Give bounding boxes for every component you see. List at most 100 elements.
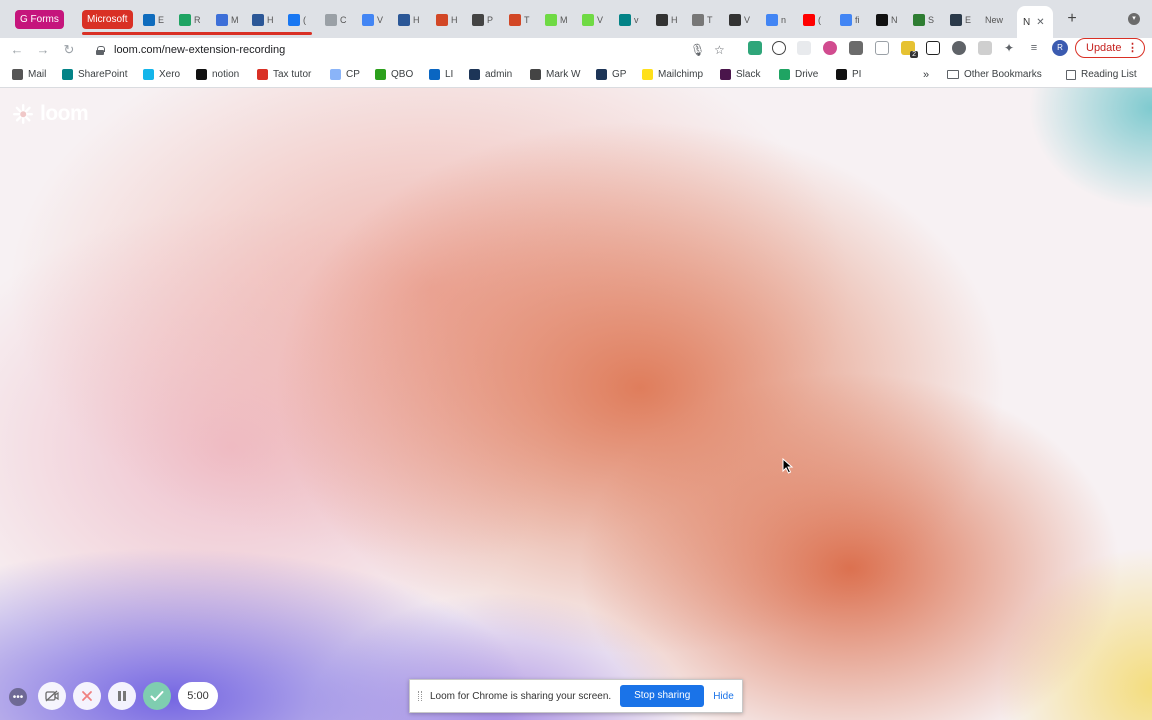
bookmark-item[interactable]: LI [429, 69, 453, 80]
facebook-extension-icon[interactable] [849, 41, 863, 55]
tab-search-button[interactable]: ▾ [1128, 13, 1140, 25]
mailchimp-icon [642, 69, 653, 80]
notion-extension-icon[interactable] [926, 41, 940, 55]
browser-tab[interactable]: New [985, 9, 1003, 31]
tab-label: H [413, 15, 420, 25]
bookmark-item[interactable]: SharePoint [62, 69, 127, 80]
forward-button[interactable]: → [34, 41, 52, 59]
address-bar[interactable]: loom.com/new-extension-recording [88, 39, 738, 61]
folder-icon [947, 70, 959, 79]
browser-tab[interactable]: C [325, 9, 347, 31]
finish-recording-button[interactable] [143, 682, 171, 710]
browser-tab[interactable]: fi [840, 9, 860, 31]
extension-icon-7[interactable]: 2 [901, 41, 918, 58]
bookmark-item[interactable]: PI [836, 69, 861, 80]
bookmark-item[interactable]: Xero [143, 69, 180, 80]
circle-p-icon [729, 14, 741, 26]
extension-icon-1[interactable] [748, 41, 762, 55]
camera-toggle-button[interactable] [38, 682, 66, 710]
tab-label: S [928, 15, 935, 25]
back-button[interactable]: ← [8, 41, 26, 59]
other-bookmarks[interactable]: Other Bookmarks [947, 69, 1042, 80]
notion-icon [876, 14, 888, 26]
browser-tab[interactable]: E [950, 9, 971, 31]
tab-label: V [377, 15, 384, 25]
browser-tab[interactable]: n [766, 9, 786, 31]
browser-tab[interactable]: V [362, 9, 383, 31]
cancel-recording-button[interactable] [73, 682, 101, 710]
drag-handle-icon[interactable] [418, 691, 422, 701]
stop-sharing-button[interactable]: Stop sharing [620, 685, 705, 707]
drive-icon [779, 69, 790, 80]
tab-label: H [451, 15, 458, 25]
quickbooks-icon [375, 69, 386, 80]
word-icon [252, 14, 264, 26]
bookmark-item[interactable]: GP [596, 69, 626, 80]
close-icon[interactable]: ✕ [1036, 17, 1044, 28]
browser-tab[interactable]: T [509, 9, 530, 31]
tab-label: N [891, 15, 898, 25]
tab-label: V [744, 15, 751, 25]
browser-tab[interactable]: T [692, 9, 713, 31]
bookmark-item[interactable]: admin [469, 69, 512, 80]
browser-tab[interactable]: ( [803, 9, 821, 31]
bookmarks-overflow-button[interactable]: » [923, 69, 929, 81]
extension-icon-10[interactable] [978, 41, 992, 55]
bookmark-item[interactable]: notion [196, 69, 239, 80]
browser-tab[interactable]: S [913, 9, 934, 31]
linkedin-icon [429, 69, 440, 80]
browser-tab[interactable]: H [252, 9, 274, 31]
bookmark-item[interactable]: Mail [12, 69, 46, 80]
browser-tab[interactable]: N [876, 9, 898, 31]
browser-tab[interactable]: V [582, 9, 603, 31]
bookmark-item[interactable]: Slack [720, 69, 760, 80]
browser-tab[interactable]: V [729, 9, 750, 31]
bookmark-star-icon[interactable]: ☆ [714, 42, 725, 58]
pause-recording-button[interactable] [108, 682, 136, 710]
active-tab-label: N [1023, 16, 1031, 28]
bookmark-item[interactable]: Mark W [530, 69, 580, 80]
microphone-icon[interactable]: 🎙 [690, 42, 705, 58]
bookmark-item[interactable]: CP [330, 69, 360, 80]
browser-tab[interactable]: M [216, 9, 239, 31]
browser-tab[interactable]: H [656, 9, 678, 31]
pen-icon [472, 14, 484, 26]
bookmark-item[interactable]: QBO [375, 69, 413, 80]
tab-group-gforms[interactable]: G Forms [15, 10, 64, 29]
bookmark-label: CP [346, 69, 360, 80]
more-options-button[interactable]: ••• [9, 688, 27, 706]
reading-list[interactable]: Reading List [1066, 69, 1137, 80]
extension-icon-4[interactable] [823, 41, 837, 55]
active-tab[interactable]: N ✕ [1017, 6, 1053, 38]
extension-icon-6[interactable] [875, 41, 889, 55]
browser-tab[interactable]: R [179, 9, 201, 31]
bookmark-item[interactable]: Mailchimp [642, 69, 703, 80]
hide-button[interactable]: Hide [713, 691, 734, 702]
reading-mode-icon[interactable]: ≡ [1027, 41, 1041, 55]
reload-button[interactable]: ↻ [60, 41, 78, 59]
t-icon [656, 14, 668, 26]
browser-tab[interactable]: H [398, 9, 420, 31]
extension-icon-3[interactable] [797, 41, 811, 55]
close-icon [82, 691, 92, 701]
pause-icon [118, 691, 126, 701]
compass-extension-icon[interactable] [772, 41, 786, 55]
update-button[interactable]: Update ⋮ [1075, 38, 1145, 58]
tab-group-microsoft[interactable]: Microsoft [82, 10, 133, 29]
browser-tab[interactable]: ( [288, 9, 306, 31]
new-tab-button[interactable]: + [1063, 10, 1081, 28]
browser-tab[interactable]: M [545, 9, 568, 31]
bookmark-item[interactable]: Tax tutor [257, 69, 311, 80]
browser-tab[interactable]: P [472, 9, 493, 31]
recording-timer: 5:00 [178, 682, 218, 710]
avatar[interactable]: R [1052, 40, 1068, 56]
other-bookmarks-label: Other Bookmarks [964, 69, 1042, 80]
browser-tab[interactable]: E [143, 9, 164, 31]
extension-icon-9[interactable] [952, 41, 966, 55]
bookmark-label: Mailchimp [658, 69, 704, 80]
tab-label: New [985, 15, 1004, 25]
puzzle-icon[interactable]: ✦ [1002, 41, 1016, 55]
bookmark-item[interactable]: Drive [779, 69, 818, 80]
browser-tab[interactable]: v [619, 9, 639, 31]
browser-tab[interactable]: H [436, 9, 458, 31]
